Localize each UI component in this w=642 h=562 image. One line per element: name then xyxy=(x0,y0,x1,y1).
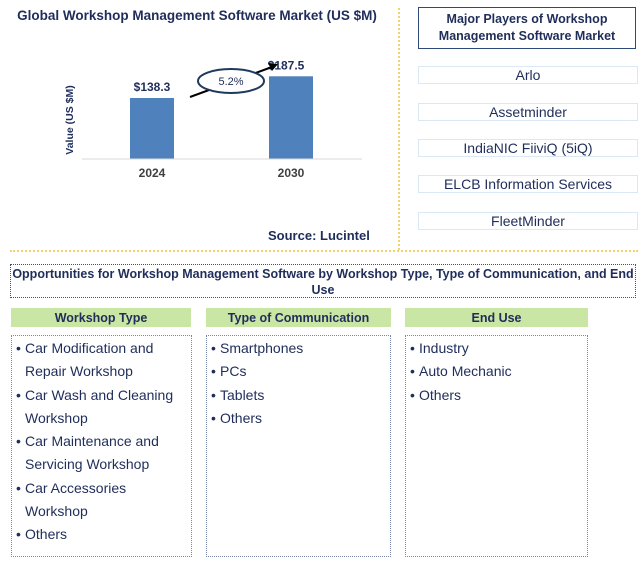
opportunities-title: Opportunities for Workshop Management So… xyxy=(10,264,636,298)
workshop-type-list: • Car Modification and Repair Workshop • Ca… xyxy=(11,335,192,557)
bullet-icon: • xyxy=(16,340,21,356)
cagr-annotation: 5.2% xyxy=(189,63,278,98)
player-item: ELCB Information Services xyxy=(418,175,638,193)
list-item: • Car Modification and Repair Workshop xyxy=(16,337,191,384)
player-item: Arlo xyxy=(418,66,638,84)
bullet-icon: • xyxy=(16,526,21,543)
list-item-text: Auto Mechanic xyxy=(419,363,512,380)
communication-type-list: • Smartphones • PCs • Tablets • Others xyxy=(206,335,391,557)
vertical-divider xyxy=(398,8,400,250)
player-item: IndiaNIC FiiviQ (5iQ) xyxy=(418,139,638,157)
chart-source: Source: Lucintel xyxy=(268,228,370,243)
list-item-text: Others xyxy=(419,386,462,403)
list-item: • Others xyxy=(410,384,587,407)
horizontal-divider xyxy=(10,250,638,252)
market-bar-chart: Value (US $M) $138.32024$187.52030 5.2% xyxy=(64,58,362,180)
major-players-title: Major Players of Workshop Management Sof… xyxy=(418,7,636,49)
list-item: • Car Maintenance and Servicing Workshop xyxy=(16,430,191,477)
list-item: • PCs xyxy=(211,360,390,383)
cagr-value: 5.2% xyxy=(218,76,243,88)
bullet-icon: • xyxy=(211,409,216,426)
list-item: • Others xyxy=(211,407,390,430)
list-item: • Auto Mechanic xyxy=(410,360,587,383)
bar-2030 xyxy=(269,76,313,159)
list-item-text: Car Modification and Repair Workshop xyxy=(25,340,154,380)
x-tick-label-2024: 2024 xyxy=(139,166,166,180)
list-item-text: Car Accessories Workshop xyxy=(25,479,127,520)
bullet-icon: • xyxy=(410,363,415,380)
bullet-icon: • xyxy=(410,340,415,356)
bullet-icon: • xyxy=(211,386,216,403)
end-use-list: • Industry • Auto Mechanic • Others xyxy=(405,335,588,557)
player-item: Assetminder xyxy=(418,103,638,121)
bullet-icon: • xyxy=(16,433,21,450)
bullet-icon: • xyxy=(410,386,415,403)
workshop-type-header: Workshop Type xyxy=(11,308,191,327)
x-tick-label-2030: 2030 xyxy=(278,166,305,180)
list-item-text: Smartphones xyxy=(220,340,304,356)
list-item: • Industry xyxy=(410,337,587,360)
bullet-icon: • xyxy=(211,363,216,380)
list-item: • Others xyxy=(16,523,191,546)
data-label-2024: $138.3 xyxy=(134,80,171,94)
list-item-text: Tablets xyxy=(220,386,265,403)
list-item-text: Industry xyxy=(419,340,469,356)
player-item: FleetMinder xyxy=(418,212,638,230)
list-item-text: Car Maintenance and Servicing Workshop xyxy=(25,433,159,473)
list-item-text: Others xyxy=(25,526,68,543)
bullet-icon: • xyxy=(16,386,21,403)
list-item: • Tablets xyxy=(211,384,390,407)
list-item: • Smartphones xyxy=(211,337,390,360)
bullet-icon: • xyxy=(16,479,21,496)
list-item: • Car Accessories Workshop xyxy=(16,477,191,524)
bullet-icon: • xyxy=(211,340,216,356)
list-item: • Car Wash and Cleaning Workshop xyxy=(16,384,191,431)
y-axis-label: Value (US $M) xyxy=(64,85,76,154)
end-use-header: End Use xyxy=(405,308,588,327)
list-item-text: Others xyxy=(220,409,263,426)
list-item-text: PCs xyxy=(220,363,247,380)
list-item-text: Car Wash and Cleaning Workshop xyxy=(25,386,174,426)
communication-type-header: Type of Communication xyxy=(206,308,391,327)
bar-2024 xyxy=(130,98,174,159)
